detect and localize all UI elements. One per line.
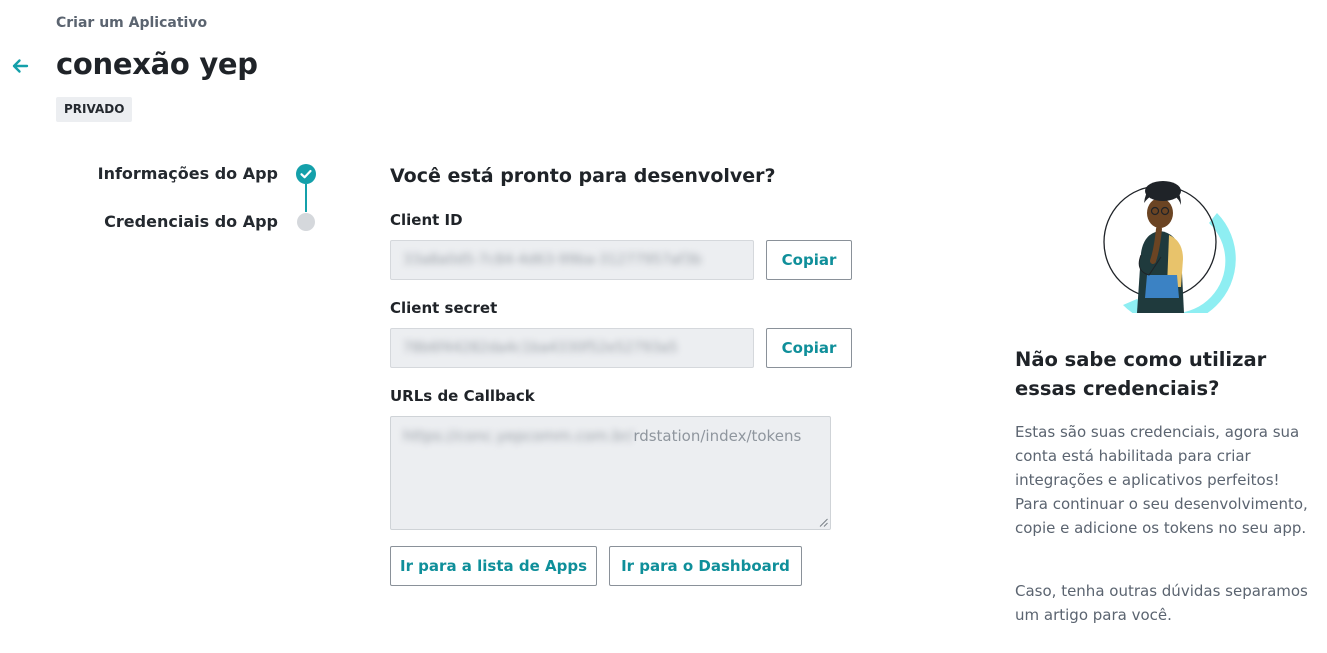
client-id-value: 33a8a0d5-7c84-4d63-99ba-31277957af3b [403, 252, 702, 268]
go-to-apps-list-button[interactable]: Ir para a lista de Apps [390, 546, 597, 586]
client-secret-label: Client secret [390, 299, 498, 317]
step-current-dot [297, 213, 315, 231]
privacy-badge: PRIVADO [56, 97, 133, 122]
section-title: Você está pronto para desenvolver? [390, 165, 776, 187]
client-secret-field[interactable]: 78b6f44282da4c1ba4330f52e52793a5 [390, 328, 754, 368]
step-connector [305, 184, 307, 212]
client-secret-value: 78b6f44282da4c1ba4330f52e52793a5 [403, 340, 678, 356]
callback-url-redacted: https://conc.yepcomm.com.br/ [403, 427, 634, 445]
page-title: conexão yep [56, 47, 258, 81]
step-completed-check-icon [296, 164, 316, 184]
client-id-field[interactable]: 33a8a0d5-7c84-4d63-99ba-31277957af3b [390, 240, 754, 280]
callback-urls-label: URLs de Callback [390, 387, 535, 405]
go-to-dashboard-button[interactable]: Ir para o Dashboard [609, 546, 802, 586]
copy-client-secret-button[interactable]: Copiar [766, 328, 852, 368]
help-title: Não sabe como utilizar essas credenciais… [1015, 348, 1267, 400]
person-thinking-illustration [1103, 181, 1236, 313]
step-app-info-label[interactable]: Informações do App [78, 164, 278, 183]
callback-url-visible: rdstation/index/tokens [633, 427, 802, 445]
resize-handle-icon[interactable] [819, 518, 828, 527]
arrow-left-icon[interactable] [10, 56, 30, 76]
step-credentials-label: Credenciais do App [104, 212, 278, 231]
breadcrumb[interactable]: Criar um Aplicativo [56, 15, 207, 31]
copy-client-id-button[interactable]: Copiar [766, 240, 852, 280]
help-paragraph-article: Caso, tenha outras dúvidas separamos um … [1015, 582, 1308, 624]
create-app-page: Criar um Aplicativo conexão yep PRIVADO … [0, 0, 1327, 653]
client-id-label: Client ID [390, 211, 463, 229]
help-paragraph-credentials: Estas são suas credenciais, agora sua co… [1015, 423, 1308, 537]
callback-urls-textarea[interactable]: https://conc.yepcomm.com.br/rdstation/in… [390, 416, 831, 530]
